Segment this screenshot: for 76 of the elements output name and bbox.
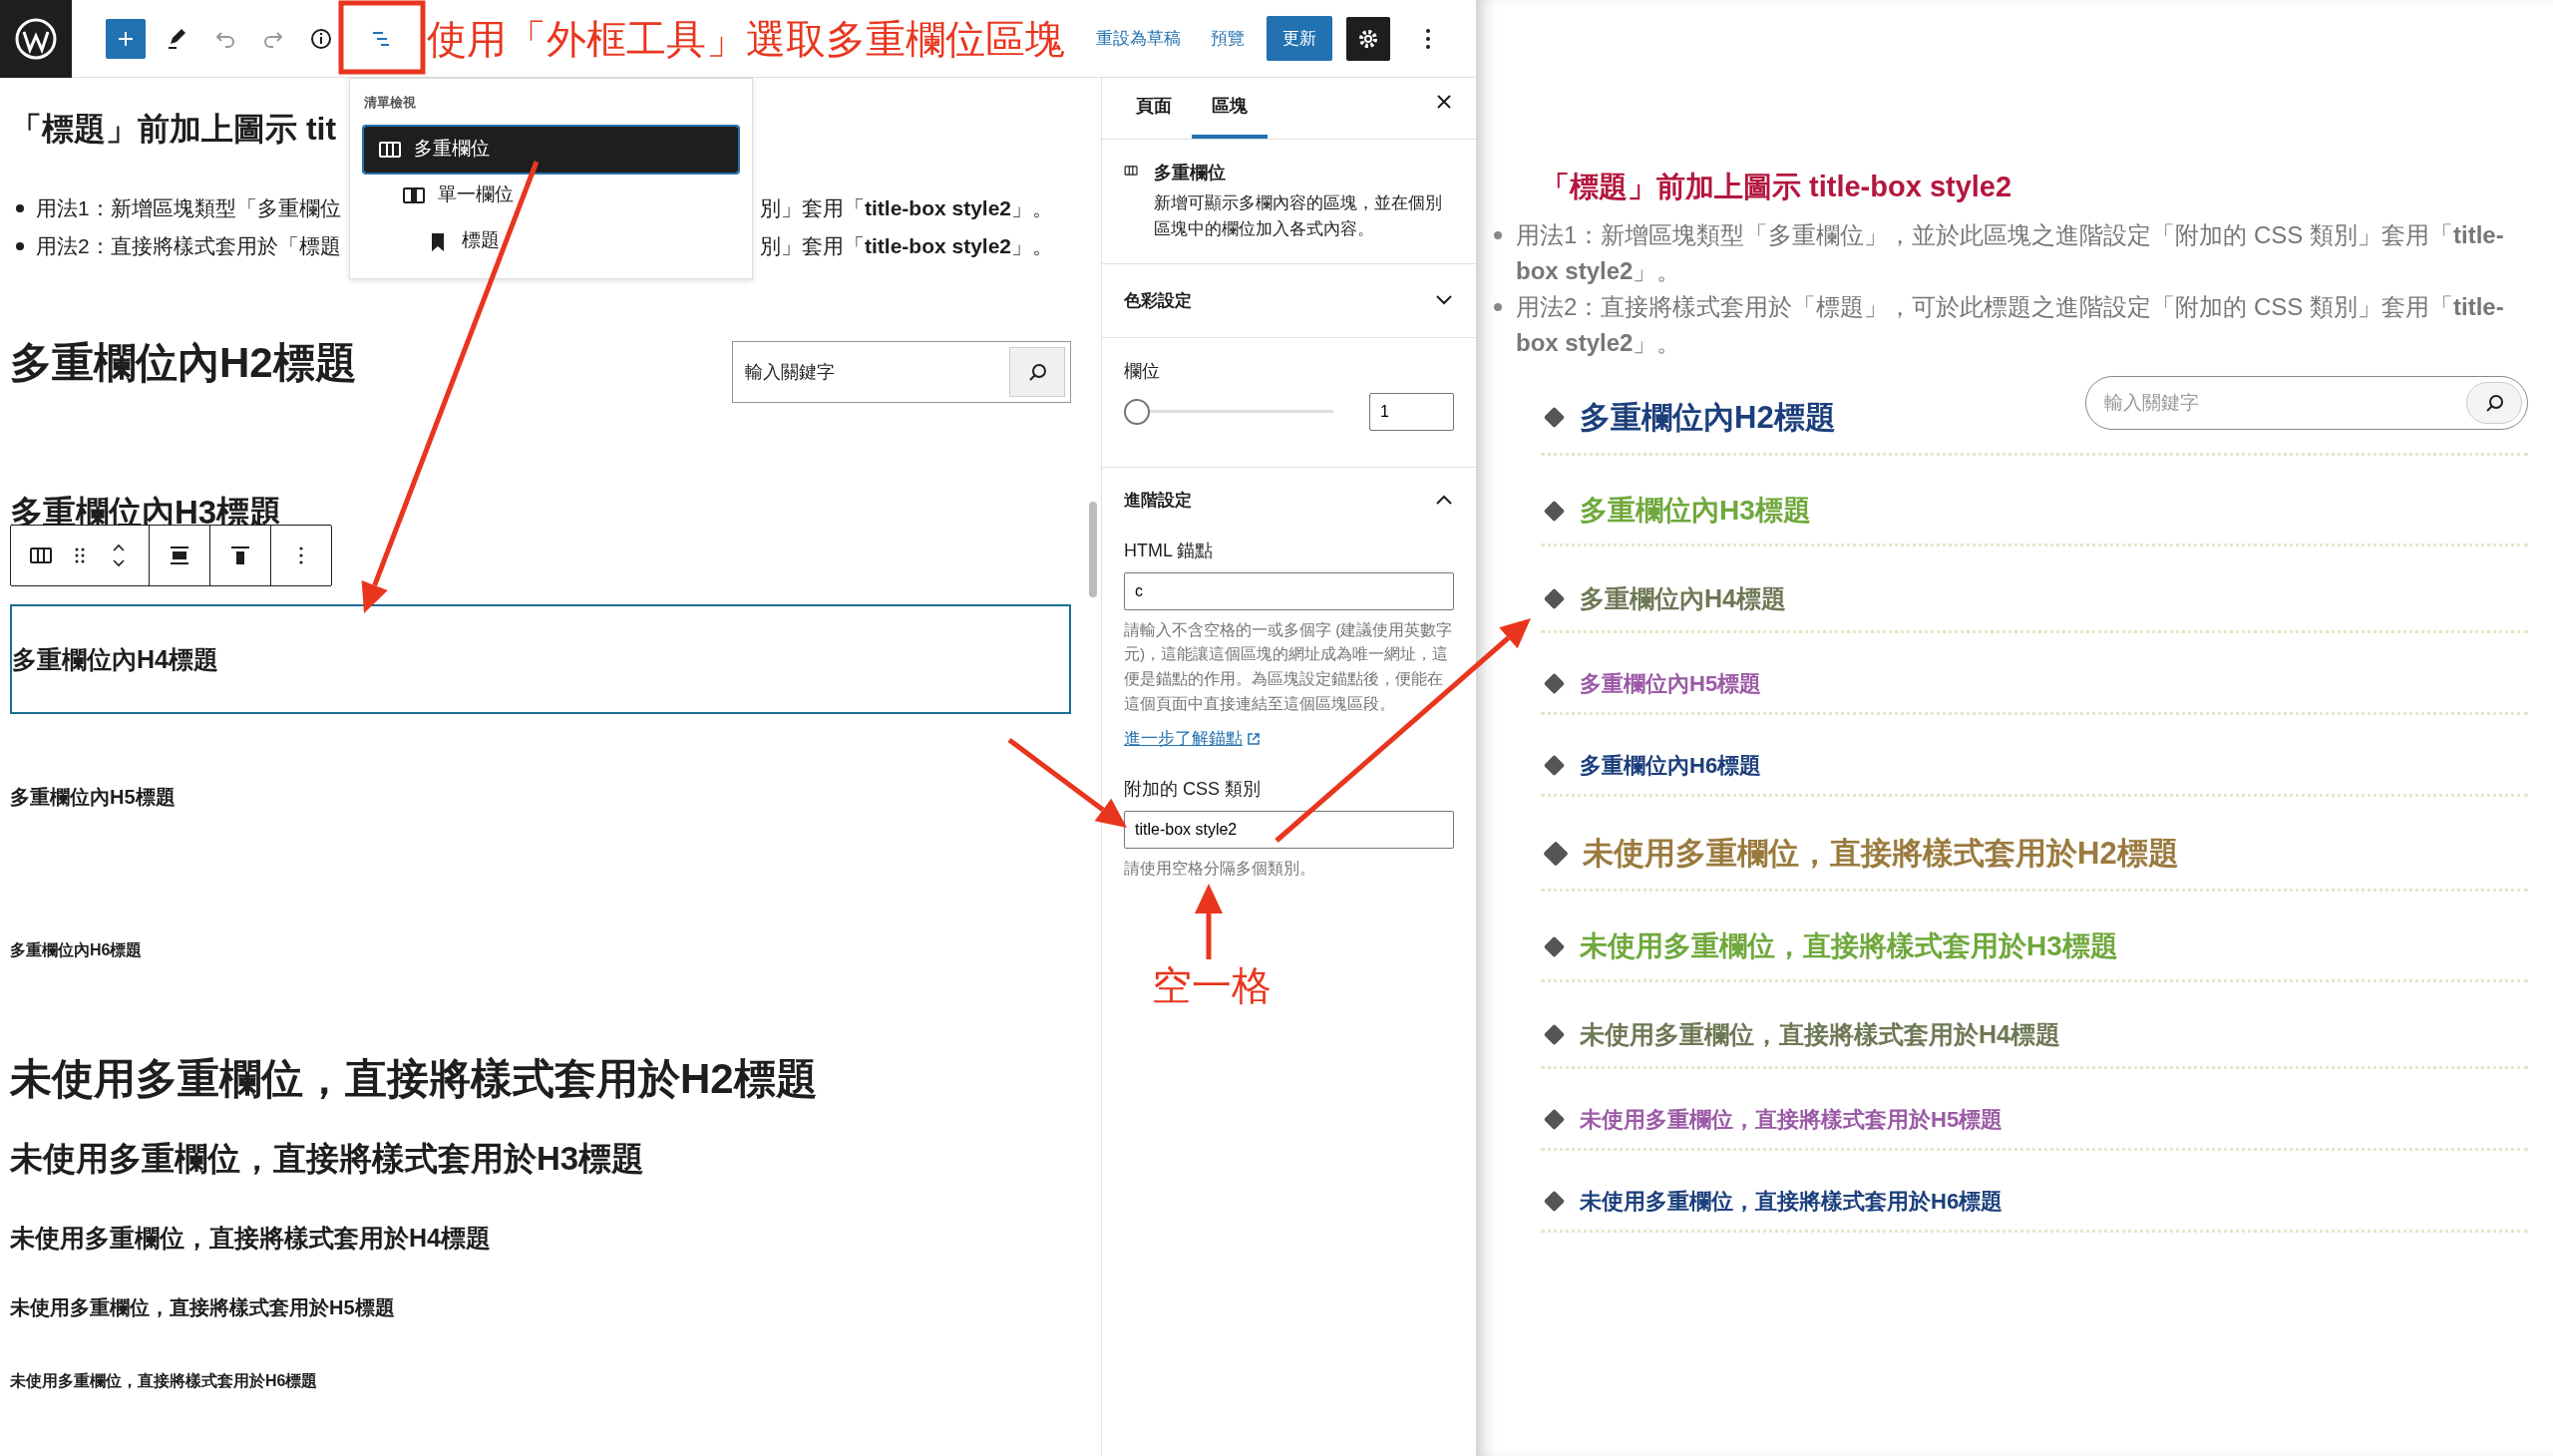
heading: 多重欄位內H3標題 — [1580, 494, 1811, 528]
number-field[interactable]: 1 — [1369, 393, 1454, 432]
heading: 多重欄位內H4標題 — [1580, 583, 1786, 614]
preview-title: 「標題」前加上圖示 title-box style2 — [1541, 170, 2013, 204]
heading: 多重欄位內H6標題 — [10, 940, 143, 960]
field-label: 附加的 CSS 類別 — [1124, 777, 1262, 801]
close-icon — [1436, 94, 1452, 110]
list-text: 用法1：新增區塊類型「多重欄位 — [36, 196, 341, 219]
text-field[interactable]: title-box style2 — [1124, 810, 1454, 849]
logo-tile[interactable] — [0, 0, 72, 78]
annotation-text: 使用「外框工具」選取多重欄位區塊 — [427, 15, 1065, 63]
heading: 未使用多重欄位，直接將樣式套用於H6標題 — [1580, 1187, 2004, 1216]
heading: 未使用多重欄位，直接將樣式套用於H3標題 — [1580, 929, 2118, 963]
post-title: 「標題」前加上圖示 tit — [10, 110, 337, 149]
columns-icon — [29, 545, 53, 566]
heading: 未使用多重欄位，直接將樣式套用於H4標題 — [10, 1223, 491, 1254]
list-view-item[interactable]: 單一欄位 — [364, 172, 738, 218]
heading: 未使用多重欄位，直接將樣式套用於H6標題 — [10, 1371, 318, 1391]
panel-title: 清單檢視 — [364, 94, 417, 112]
list-view-item[interactable]: 多重欄位 — [364, 126, 738, 173]
list-view-item[interactable]: 標題 — [364, 217, 738, 264]
heading: 未使用多重欄位，直接將樣式套用於H5標題 — [10, 1295, 395, 1320]
search-icon — [1027, 362, 1047, 382]
header-link[interactable]: 重設為草稿 — [1088, 19, 1189, 58]
sidebar-tab[interactable]: 區塊 — [1192, 78, 1268, 139]
heading: 未使用多重欄位，直接將樣式套用於H5標題 — [1580, 1105, 2004, 1134]
list-text: 別」套用「title-box style2」。 — [760, 233, 1055, 259]
align-top-icon — [229, 546, 251, 565]
info-icon — [309, 26, 333, 51]
slider-thumb[interactable] — [1124, 399, 1150, 426]
scrollbar[interactable] — [1089, 502, 1097, 597]
text-field[interactable]: c — [1124, 571, 1454, 610]
search-field[interactable]: 輸入關鍵字 — [2085, 375, 2528, 430]
help-link[interactable]: 進一步了解錨點 — [1124, 728, 1243, 748]
search-button[interactable] — [1009, 347, 1065, 397]
annotation-text: 空一格 — [1152, 962, 1272, 1009]
update-button[interactable]: 更新 — [1267, 15, 1332, 62]
bullet-dot — [1494, 302, 1502, 311]
heading[interactable]: 多重欄位內H4標題 — [10, 604, 1071, 714]
help-text: 請輸入不含空格的一或多個字 (建議使用英數字元)，這能讓這個區塊的網址成為唯一網址，這便是錨點的作用。為區塊設定錨點後，便能在這個頁面中直接連結至這個區塊區段。 — [1124, 619, 1454, 715]
heading: 多重欄位內H2標題 — [1580, 398, 1836, 437]
heading: 多重欄位內H5標題 — [10, 785, 176, 810]
list-text: 用法2：直接將樣式套用於「標題」，可於此標題之進階設定「附加的 CSS 類別」套用「title-box style2」。 — [1516, 291, 2505, 358]
kebab-icon — [1425, 27, 1431, 50]
heading: 未使用多重欄位，直接將樣式套用於H3標題 — [10, 1139, 645, 1179]
align-icon — [169, 546, 190, 565]
heading: 多重欄位內H2標題 — [10, 338, 357, 388]
list-text: 別」套用「title-box style2」。 — [760, 195, 1055, 221]
field-label: 欄位 — [1124, 360, 1161, 384]
list-text: 用法2：直接將樣式套用於「標題 — [36, 234, 341, 257]
sidebar-tab[interactable]: 頁面 — [1116, 78, 1192, 139]
external-link-icon — [1247, 732, 1261, 747]
heading: 多重欄位內H5標題 — [1580, 669, 1762, 698]
heading: 未使用多重欄位，直接將樣式套用於H2標題 — [1583, 834, 2179, 873]
bullet-dot — [16, 242, 24, 250]
help-text: 請使用空格分隔多個類別。 — [1124, 858, 1316, 879]
add-block-button[interactable] — [106, 18, 146, 59]
bullet-dot — [16, 204, 24, 212]
search-icon — [2484, 392, 2504, 413]
header-link[interactable]: 預覽 — [1203, 19, 1253, 58]
list-text: 用法1：新增區塊類型「多重欄位」，並於此區塊之進階設定「附加的 CSS 類別」套用「title-box style2」。 — [1516, 219, 2505, 286]
drag-icon — [75, 547, 85, 563]
field-label: HTML 錨點 — [1124, 539, 1215, 562]
block-description: 新增可顯示多欄內容的區塊，並在個別區塊中的欄位加入各式內容。 — [1154, 192, 1444, 241]
block-title: 多重欄位 — [1154, 162, 1228, 184]
bullet-dot — [1494, 230, 1502, 239]
kebab-icon — [298, 546, 304, 565]
heading: 未使用多重欄位，直接將樣式套用於H4標題 — [1580, 1019, 2060, 1050]
heading: 未使用多重欄位，直接將樣式套用於H2標題 — [10, 1054, 818, 1104]
settings-button[interactable] — [1346, 16, 1390, 61]
panel-header[interactable]: 進階設定 — [1124, 488, 1454, 514]
heading: 多重欄位內H6標題 — [1580, 751, 1762, 780]
slider[interactable] — [1124, 399, 1333, 426]
panel-header[interactable]: 色彩設定 — [1124, 287, 1454, 314]
logo-icon — [14, 16, 58, 61]
up-down-arrows-icon — [112, 543, 126, 568]
